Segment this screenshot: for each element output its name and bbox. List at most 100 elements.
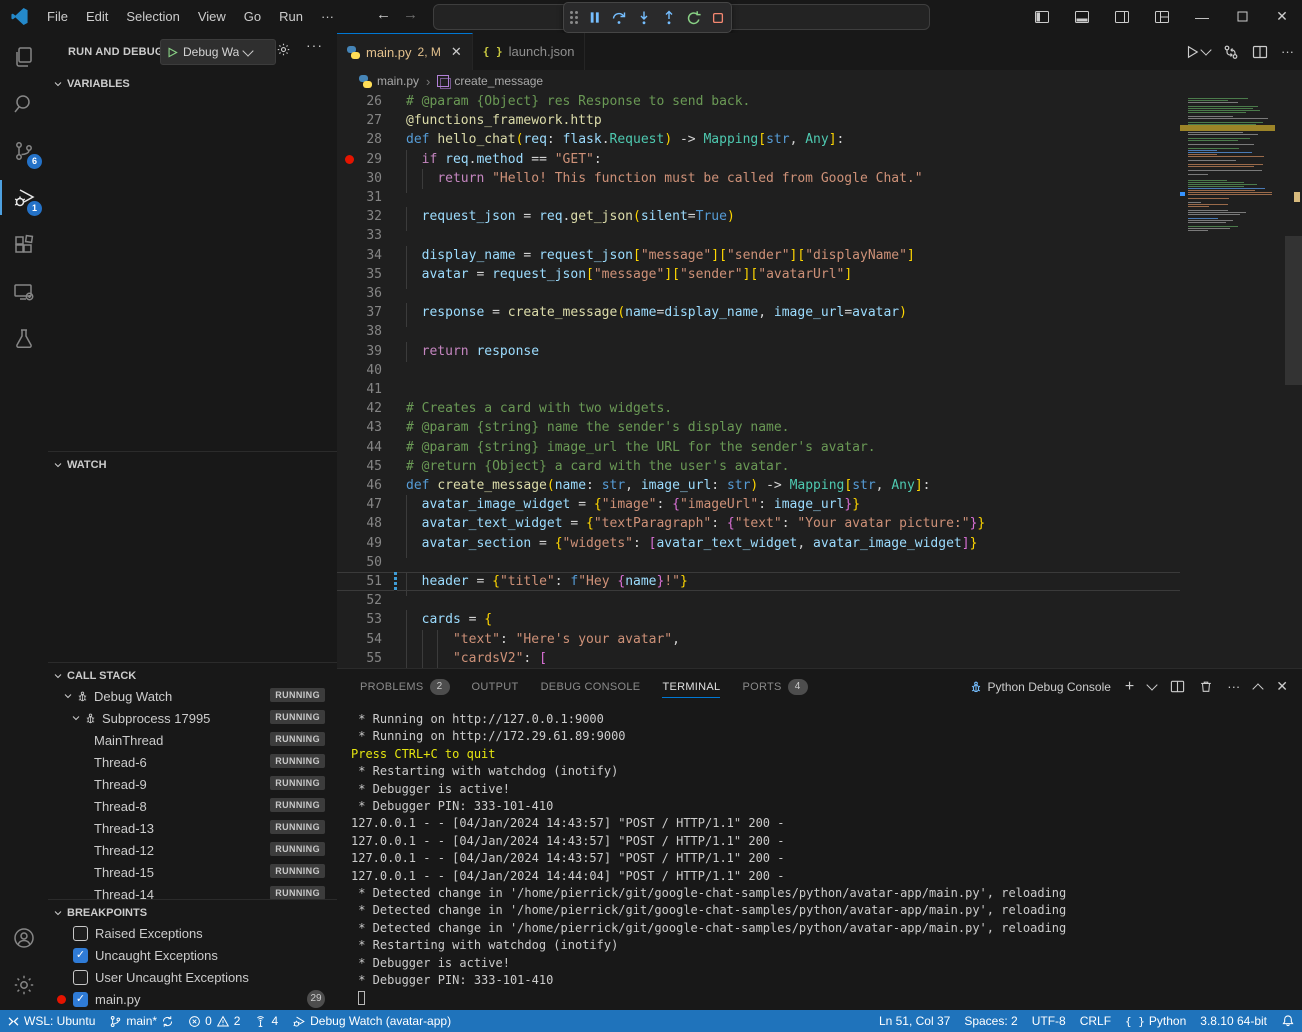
- scrollbar-slider[interactable]: [1285, 236, 1302, 385]
- breakpoint-row-user-uncaught-exceptions[interactable]: User Uncaught Exceptions: [48, 966, 337, 988]
- code-line-35[interactable]: 35 avatar = request_json["message"]["sen…: [337, 265, 1180, 284]
- sidebar-more-actions-icon[interactable]: ···: [306, 37, 323, 53]
- code-line-39[interactable]: 39 return response: [337, 342, 1180, 361]
- callstack-row-mainthread[interactable]: MainThreadRUNNING: [48, 729, 337, 751]
- code-editor[interactable]: 26# @param {Object} res Response to send…: [337, 92, 1302, 668]
- code-line-40[interactable]: 40: [337, 361, 1180, 380]
- step-into-icon[interactable]: [636, 10, 652, 26]
- python-interpreter[interactable]: 3.8.10 64-bit: [1193, 1010, 1274, 1032]
- toggle-panel-icon[interactable]: [1062, 0, 1102, 33]
- sidebar-item-search[interactable]: [0, 80, 48, 127]
- menu-run[interactable]: Run: [270, 5, 312, 29]
- panel-tab-debug-console[interactable]: DEBUG CONSOLE: [541, 669, 641, 704]
- callstack-row-thread-6[interactable]: Thread-6RUNNING: [48, 751, 337, 773]
- close-panel-icon[interactable]: ✕: [1276, 678, 1288, 695]
- debug-session-status[interactable]: Debug Watch (avatar-app): [285, 1010, 458, 1032]
- checkbox[interactable]: [73, 926, 88, 941]
- debug-settings-gear-icon[interactable]: [276, 42, 291, 57]
- editor-scrollbar[interactable]: [1285, 92, 1302, 668]
- panel-tab-ports[interactable]: PORTS4: [742, 669, 807, 704]
- eol-sequence[interactable]: CRLF: [1073, 1010, 1118, 1032]
- code-line-29[interactable]: 29 if req.method == "GET":: [337, 150, 1180, 169]
- problems-status[interactable]: 0 2: [181, 1010, 247, 1032]
- code-line-53[interactable]: 53 cards = {: [337, 610, 1180, 629]
- indentation[interactable]: Spaces: 2: [957, 1010, 1024, 1032]
- close-tab-icon[interactable]: ✕: [451, 44, 462, 60]
- sidebar-item-explorer[interactable]: [0, 33, 48, 80]
- menu-file[interactable]: File: [38, 5, 77, 29]
- code-line-36[interactable]: 36: [337, 284, 1180, 303]
- run-python-file-button[interactable]: [1185, 45, 1210, 59]
- callstack-row-thread-8[interactable]: Thread-8RUNNING: [48, 795, 337, 817]
- stop-icon[interactable]: [711, 11, 725, 25]
- code-line-42[interactable]: 42# Creates a card with two widgets.: [337, 399, 1180, 418]
- language-mode[interactable]: { }Python: [1118, 1010, 1193, 1032]
- restart-icon[interactable]: [686, 10, 702, 26]
- step-over-icon[interactable]: [611, 10, 627, 26]
- panel-tab-terminal[interactable]: TERMINAL: [662, 669, 720, 704]
- code-line-47[interactable]: 47 avatar_image_widget = {"image": {"ima…: [337, 495, 1180, 514]
- encoding[interactable]: UTF-8: [1025, 1010, 1073, 1032]
- sidebar-item-extensions[interactable]: [0, 221, 48, 268]
- callstack-section-header[interactable]: CALL STACK: [48, 667, 337, 685]
- code-line-31[interactable]: 31: [337, 188, 1180, 207]
- forwarded-ports-status[interactable]: 4: [247, 1010, 285, 1032]
- toggle-sidebar-icon[interactable]: [1022, 0, 1062, 33]
- minimize-button[interactable]: —: [1182, 0, 1222, 33]
- customize-layout-icon[interactable]: [1142, 0, 1182, 33]
- menu-selection[interactable]: Selection: [117, 5, 188, 29]
- code-line-27[interactable]: 27@functions_framework.http: [337, 111, 1180, 130]
- terminal-dropdown-icon[interactable]: [1147, 679, 1158, 690]
- sidebar-item-testing[interactable]: [0, 315, 48, 362]
- close-button[interactable]: ✕: [1262, 0, 1302, 33]
- breadcrumb-file[interactable]: main.py: [377, 74, 419, 88]
- code-line-49[interactable]: 49 avatar_section = {"widgets": [avatar_…: [337, 534, 1180, 553]
- callstack-row-thread-9[interactable]: Thread-9RUNNING: [48, 773, 337, 795]
- drag-handle-icon[interactable]: [570, 11, 578, 24]
- breakpoint-icon[interactable]: [345, 155, 354, 164]
- split-editor-button[interactable]: [1252, 44, 1268, 60]
- breakpoint-row-raised-exceptions[interactable]: Raised Exceptions: [48, 922, 337, 944]
- sidebar-item-source-control[interactable]: 6: [0, 127, 48, 174]
- code-line-46[interactable]: 46def create_message(name: str, image_ur…: [337, 476, 1180, 495]
- sidebar-item-run-debug[interactable]: 1: [0, 174, 48, 221]
- menu-edit[interactable]: Edit: [77, 5, 117, 29]
- breakpoint-row-main.py[interactable]: ✓main.py29: [48, 988, 337, 1010]
- checkbox[interactable]: ✓: [73, 948, 88, 963]
- cursor-position[interactable]: Ln 51, Col 37: [872, 1010, 957, 1032]
- minimap[interactable]: [1180, 92, 1275, 668]
- code-line-28[interactable]: 28def hello_chat(req: flask.Request) -> …: [337, 130, 1180, 149]
- maximize-panel-icon[interactable]: [1253, 683, 1264, 694]
- panel-tab-problems[interactable]: PROBLEMS2: [360, 669, 450, 704]
- kill-terminal-button[interactable]: [1199, 679, 1213, 694]
- code-line-44[interactable]: 44# @param {string} image_url the URL fo…: [337, 438, 1180, 457]
- maximize-button[interactable]: [1222, 0, 1262, 33]
- step-out-icon[interactable]: [661, 10, 677, 26]
- code-line-37[interactable]: 37 response = create_message(name=displa…: [337, 303, 1180, 322]
- breadcrumb-symbol[interactable]: create_message: [454, 74, 543, 88]
- code-line-26[interactable]: 26# @param {Object} res Response to send…: [337, 92, 1180, 111]
- code-line-55[interactable]: 55 "cardsV2": [: [337, 649, 1180, 668]
- split-terminal-button[interactable]: [1170, 679, 1185, 694]
- panel-tab-output[interactable]: OUTPUT: [472, 669, 519, 704]
- panel-more-actions-icon[interactable]: ···: [1227, 679, 1240, 694]
- terminal-instance[interactable]: Python Debug Console: [969, 680, 1111, 694]
- callstack-row-thread-12[interactable]: Thread-12RUNNING: [48, 839, 337, 861]
- code-line-38[interactable]: 38: [337, 322, 1180, 341]
- breakpoint-row-uncaught-exceptions[interactable]: ✓Uncaught Exceptions: [48, 944, 337, 966]
- variables-section-header[interactable]: VARIABLES: [48, 75, 337, 93]
- menu-go[interactable]: Go: [235, 5, 270, 29]
- forward-arrow-icon[interactable]: →: [403, 6, 418, 23]
- checkbox[interactable]: ✓: [73, 992, 88, 1007]
- menu-view[interactable]: View: [189, 5, 235, 29]
- code-line-34[interactable]: 34 display_name = request_json["message"…: [337, 246, 1180, 265]
- code-line-48[interactable]: 48 avatar_text_widget = {"textParagraph"…: [337, 514, 1180, 533]
- pause-icon[interactable]: [587, 10, 602, 25]
- tab-main.py[interactable]: main.py2, M✕: [337, 33, 473, 70]
- sidebar-item-remote-explorer[interactable]: [0, 268, 48, 315]
- account-button[interactable]: [0, 914, 48, 961]
- code-line-50[interactable]: 50: [337, 553, 1180, 572]
- remote-indicator[interactable]: WSL: Ubuntu: [0, 1010, 102, 1032]
- callstack-row-debug-watch[interactable]: Debug WatchRUNNING: [48, 685, 337, 707]
- callstack-row-subprocess-17995[interactable]: Subprocess 17995RUNNING: [48, 707, 337, 729]
